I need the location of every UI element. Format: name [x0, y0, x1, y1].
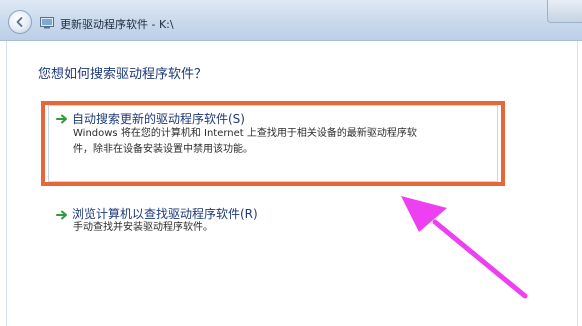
green-arrow-icon [56, 210, 67, 220]
option-auto-search-title[interactable]: 自动搜索更新的驱动程序软件(S) [72, 110, 245, 127]
close-button[interactable] [547, 0, 582, 23]
annotation-arrow-icon [401, 196, 528, 299]
option-auto-search-desc-line2: 件，除非在设备安装设置中禁用该功能。 [73, 144, 253, 155]
back-button[interactable] [8, 10, 32, 34]
device-manager-icon [40, 17, 54, 29]
option-auto-search-description: Windows 将在您的计算机和 Internet 上查找用于相关设备的最新驱动… [73, 126, 493, 158]
back-arrow-icon [16, 17, 23, 27]
window-title: 更新驱动程序软件 - K:\ [60, 18, 174, 31]
option-browse-description: 手动查找并安装驱动程序软件。 [73, 222, 213, 233]
title-bar: 更新驱动程序软件 - K:\ [0, 0, 582, 41]
green-arrow-icon [56, 114, 67, 124]
option-auto-search-desc-line1: Windows 将在您的计算机和 Internet 上查找用于相关设备的最新驱动… [73, 128, 417, 139]
dialog-question: 您想如何搜索驱动程序软件？ [38, 67, 208, 82]
